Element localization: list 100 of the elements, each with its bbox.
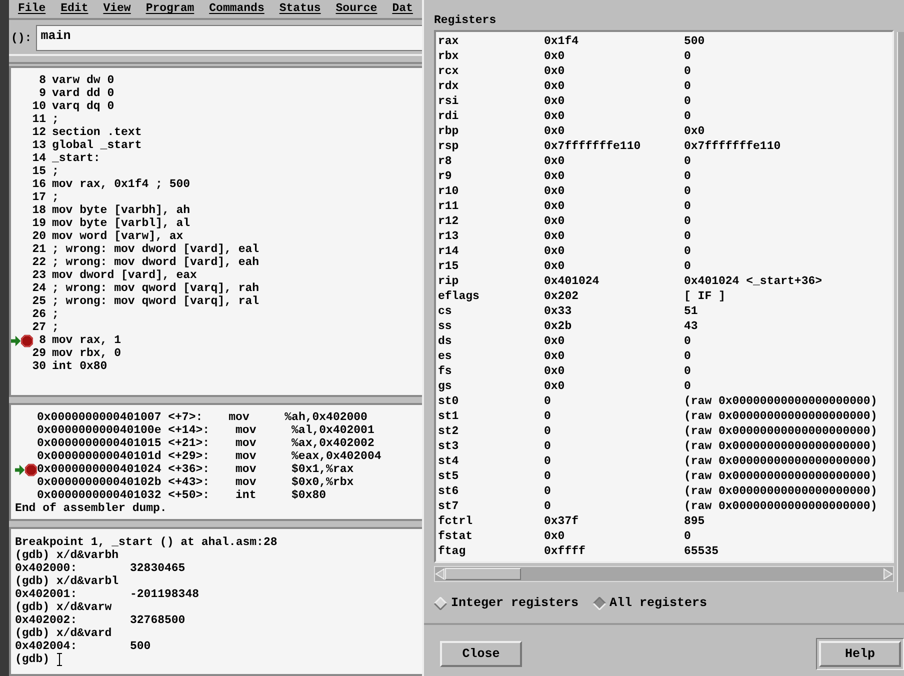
register-natural-value: (raw 0x00000000000000000000) [684,394,878,409]
pane-sash[interactable] [9,54,422,64]
register-natural-value: (raw 0x00000000000000000000) [684,439,878,454]
register-name: fctrl [438,514,474,529]
register-name: st3 [438,439,460,454]
register-hex-value: 0x33 [544,304,573,319]
console-line: (gdb) x/d&varbh [15,549,119,562]
register-natural-value: (raw 0x00000000000000000000) [684,409,878,424]
register-hex-value: 0 [544,409,552,424]
register-hex-value: 0x0 [544,244,566,259]
instruction-address: 0x0000000000401007 <+7>: [37,411,203,424]
instruction-operands: %ah,0x402000 [284,411,368,424]
gdb-prompt: (gdb) [15,653,50,666]
vertical-scrollbar[interactable] [897,32,904,592]
register-name: r11 [438,199,460,214]
source-line: section .text [52,126,142,139]
register-name: gs [438,379,453,394]
register-natural-value: (raw 0x00000000000000000000) [684,424,878,439]
line-number: 14 [32,152,47,165]
register-hex-value: 0x0 [544,199,566,214]
instruction-opcode: int [236,489,258,502]
register-name: eflags [438,289,480,304]
menu-item[interactable]: File [18,1,46,18]
register-name: rbp [438,124,460,139]
register-natural-value: 65535 [684,544,719,559]
register-natural-value: 0 [684,364,691,379]
register-natural-value: 0 [684,109,691,124]
register-hex-value: 0x0 [544,49,566,64]
line-number: 8 [39,74,47,87]
register-hex-value: 0x0 [544,214,566,229]
register-hex-value: 0x7fffffffe110 [544,139,642,154]
source-line: _start: [52,152,100,165]
register-hex-value: 0 [544,394,552,409]
argument-field[interactable]: main [36,25,422,51]
register-natural-value: 0 [684,199,691,214]
instruction-address: 0x000000000040102b <+43>: [37,476,210,489]
menu-item[interactable]: Commands [209,1,264,18]
instruction-operands: $0x0,%rbx [292,476,354,489]
line-number: 24 [32,282,47,295]
console-line: (gdb) x/d&varbl [15,575,119,588]
radio-option[interactable]: All registers [592,596,708,611]
menu-item[interactable]: Edit [60,1,88,18]
register-natural-value: 0 [684,154,691,169]
register-natural-value: 500 [684,34,705,49]
source-line: ; [52,165,59,178]
register-natural-value: (raw 0x00000000000000000000) [684,499,878,514]
dialog-title: Registers [434,13,498,28]
register-hex-value: 0x0 [544,229,566,244]
line-number: 9 [39,87,47,100]
register-hex-value: 0 [544,424,552,439]
menu-item[interactable]: Status [279,1,321,18]
line-number: 19 [32,217,47,230]
register-hex-value: 0x0 [544,349,566,364]
source-line: mov rax, 0x1f4 ; 500 [52,178,190,191]
register-name: es [438,349,453,364]
register-name: st1 [438,409,460,424]
memory-value: -201198348 [130,588,200,601]
source-line: ; [52,308,59,321]
line-number: 8 [39,334,47,347]
line-number: 17 [32,191,47,204]
source-line: mov dword [vard], eax [52,269,197,282]
register-hex-value: 0x0 [544,529,566,544]
instruction-opcode: mov [236,463,258,476]
source-line: ; [52,113,59,126]
register-name: st2 [438,424,460,439]
register-natural-value: 0 [684,94,691,109]
line-number: 25 [32,295,47,308]
register-natural-value: 0 [684,64,691,79]
menu-item[interactable]: Dat [392,1,413,18]
register-natural-value: 0 [684,529,691,544]
register-hex-value: 0 [544,439,552,454]
dialog-button[interactable]: Help [819,641,901,667]
dialog-button[interactable]: Close [440,641,522,667]
register-natural-value: 0x7fffffffe110 [684,139,781,154]
line-number: 30 [32,360,47,373]
register-natural-value: 0 [684,169,691,184]
register-natural-value: 0 [684,244,691,259]
memory-value: 500 [130,640,151,653]
register-natural-value: (raw 0x00000000000000000000) [684,454,878,469]
line-number: 15 [32,165,47,178]
source-line: mov byte [varbh], ah [52,204,190,217]
source-line: ; wrong: mov dword [vard], eah [52,256,260,269]
radio-option[interactable]: Integer registers [434,596,579,611]
register-natural-value: (raw 0x00000000000000000000) [684,484,878,499]
register-name: rdx [438,79,460,94]
register-name: st4 [438,454,460,469]
menu-item[interactable]: Source [336,1,378,18]
register-name: r15 [438,259,460,274]
register-natural-value: 0 [684,49,691,64]
source-line: ; wrong: mov qword [varq], ral [52,295,260,308]
menu-item[interactable]: View [103,1,131,18]
instruction-opcode: mov [236,476,258,489]
source-line: ; [52,191,59,204]
menu-item[interactable]: Program [146,1,194,18]
horizontal-scrollbar[interactable] [434,566,894,582]
register-name: rcx [438,64,460,79]
memory-value: 32830465 [130,562,186,575]
register-name: fs [438,364,453,379]
register-natural-value: 51 [684,304,698,319]
source-line: ; wrong: mov qword [varq], rah [52,282,260,295]
